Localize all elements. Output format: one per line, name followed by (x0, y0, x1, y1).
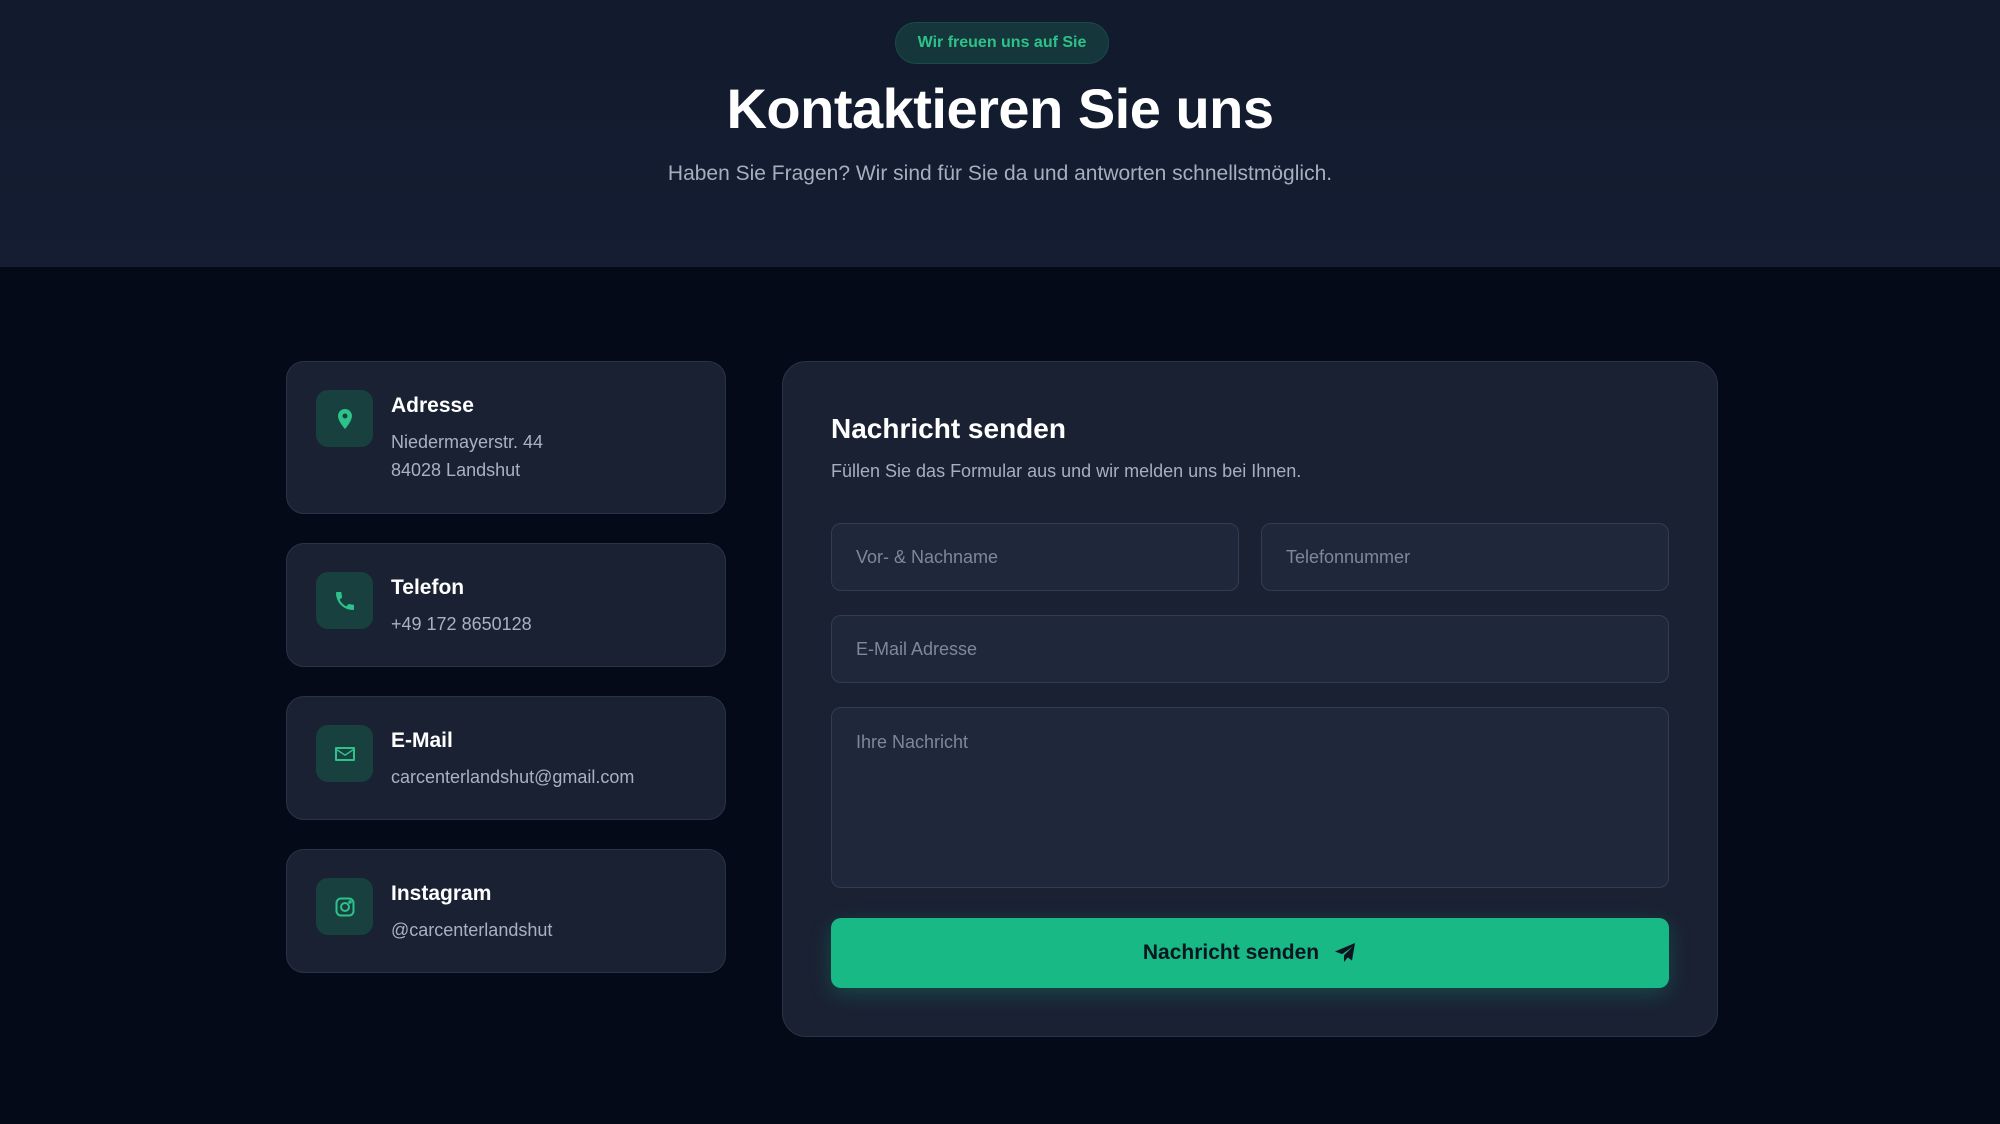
name-input[interactable] (831, 523, 1239, 591)
hero-badge: Wir freuen uns auf Sie (895, 22, 1109, 64)
phone-input[interactable] (1261, 523, 1669, 591)
contact-card-title: Instagram (391, 882, 492, 905)
instagram-icon (316, 878, 373, 935)
email-input[interactable] (831, 615, 1669, 683)
contact-card-title: E-Mail (391, 729, 453, 752)
contact-form: Nachricht senden Füllen Sie das Formular… (782, 361, 1718, 1037)
phone-number-link[interactable]: +49 172 8650128 (391, 614, 532, 635)
page-subtitle: Haben Sie Fragen? Wir sind für Sie da un… (667, 162, 1333, 185)
contact-card-phone[interactable]: Telefon +49 172 8650128 (286, 543, 726, 667)
form-subtitle: Füllen Sie das Formular aus und wir meld… (831, 461, 1302, 481)
contact-card-address: Adresse Niedermayerstr. 44 84028 Landshu… (286, 361, 726, 514)
contact-card-title: Telefon (391, 576, 465, 599)
address-city: 84028 Landshut (391, 460, 521, 480)
map-pin-icon (316, 390, 373, 447)
send-icon (1335, 943, 1356, 962)
hero-section: Wir freuen uns auf Sie Kontaktieren Sie … (0, 0, 2000, 267)
email-link[interactable]: carcenterlandshut@gmail.com (391, 767, 634, 788)
contact-card-email[interactable]: E-Mail carcenterlandshut@gmail.com (286, 696, 726, 820)
page-title: Kontaktieren Sie uns (726, 77, 1274, 140)
send-message-label: Nachricht senden (1142, 941, 1320, 964)
mail-icon (316, 725, 373, 782)
instagram-handle-link[interactable]: @carcenterlandshut (391, 920, 552, 941)
contact-card-instagram[interactable]: Instagram @carcenterlandshut (286, 849, 726, 973)
address-street: Niedermayerstr. 44 (391, 432, 544, 452)
send-message-button[interactable]: Nachricht senden (831, 918, 1669, 988)
phone-icon (316, 572, 373, 629)
message-textarea[interactable] (831, 707, 1669, 888)
form-title: Nachricht senden (831, 413, 1066, 444)
contact-card-title: Adresse (391, 394, 474, 417)
